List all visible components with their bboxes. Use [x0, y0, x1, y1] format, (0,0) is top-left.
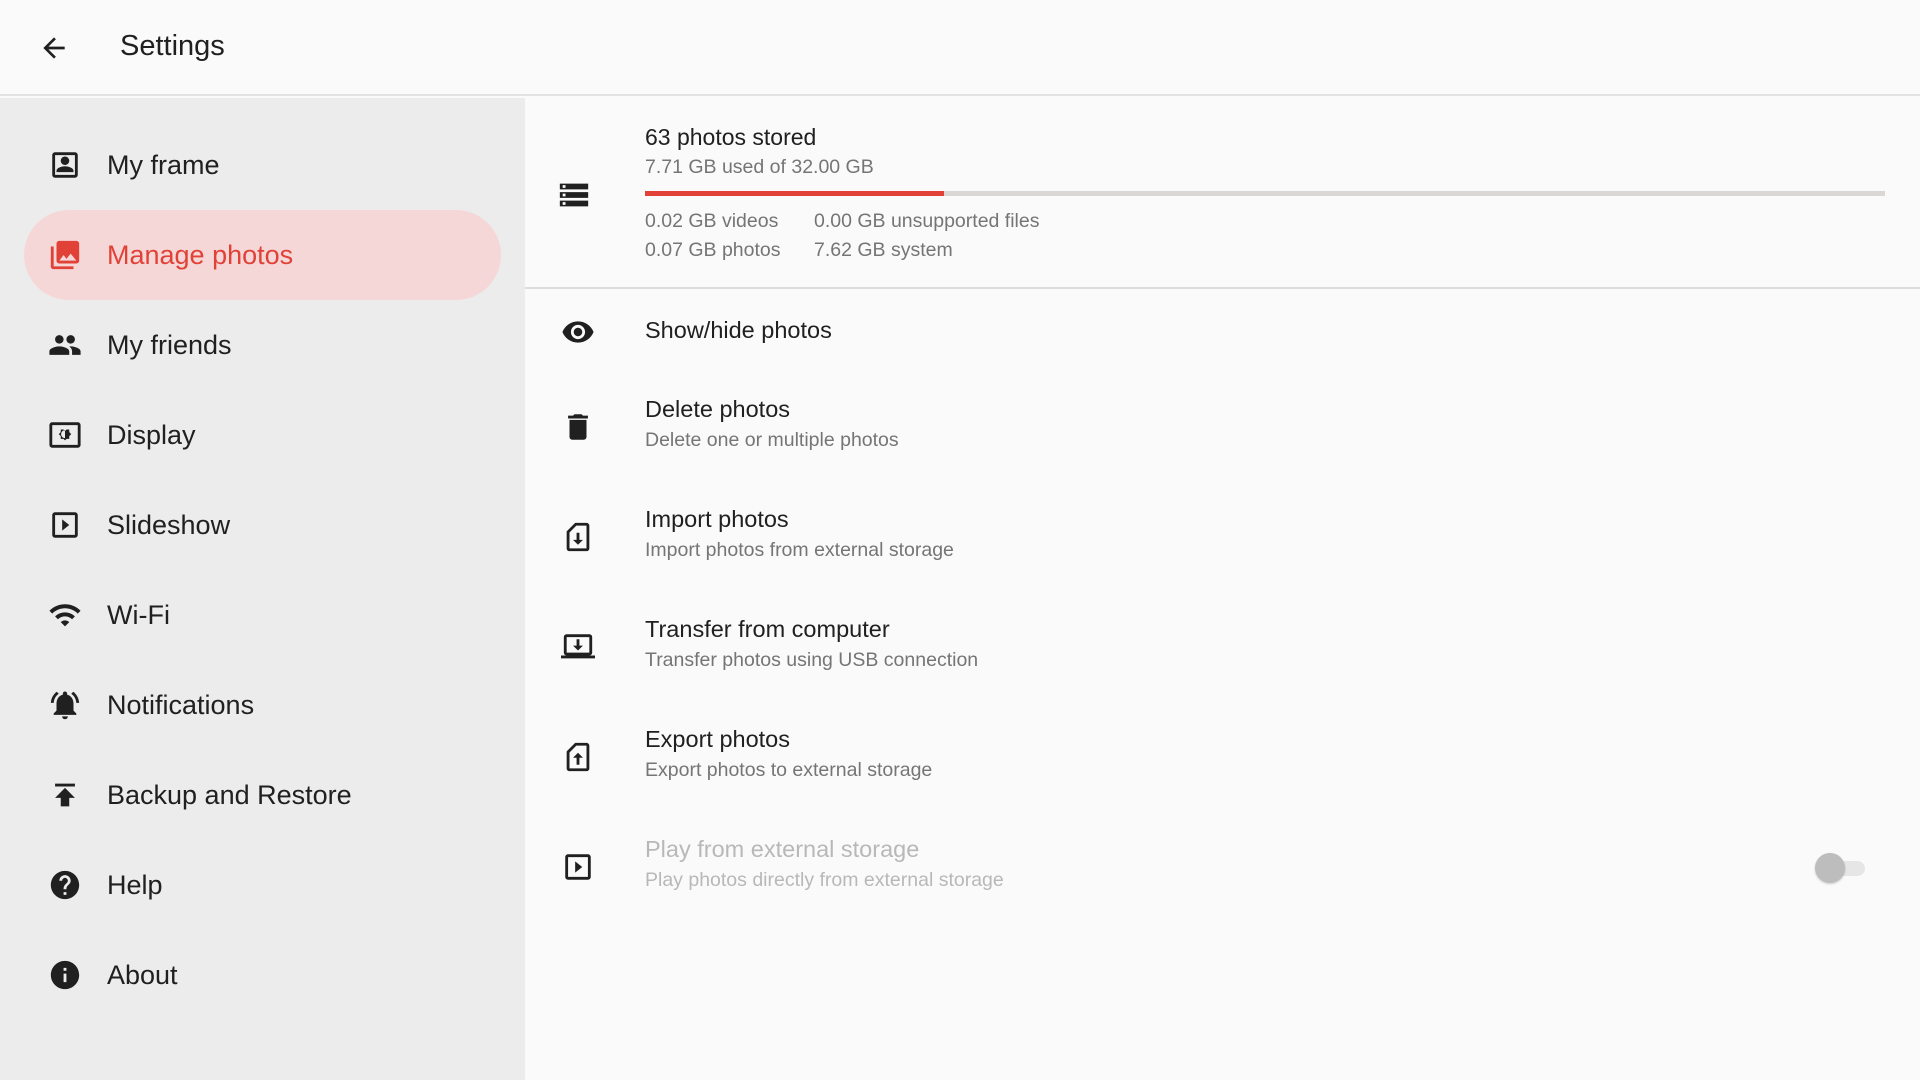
eye-icon [562, 321, 594, 343]
sidebar-item-my-frame[interactable]: My frame [24, 120, 501, 210]
storage-summary: 63 photos stored 7.71 GB used of 32.00 G… [525, 98, 1920, 289]
delete-photos-option[interactable]: Delete photos Delete one or multiple pho… [525, 375, 1920, 485]
toggle-thumb [1815, 853, 1845, 883]
sd-import-icon [566, 522, 590, 552]
sidebar-item-about[interactable]: About [24, 930, 501, 1020]
sidebar: My frame Manage photos My friends Displa… [0, 98, 525, 1080]
export-photos-option[interactable]: Export photos Export photos to external … [525, 705, 1920, 815]
sidebar-item-label: Backup and Restore [107, 779, 352, 810]
import-photos-option[interactable]: Import photos Import photos from externa… [525, 485, 1920, 595]
sidebar-item-label: Notifications [107, 689, 255, 720]
info-icon [50, 960, 80, 990]
photos-stored-count: 63 photos stored [645, 124, 817, 150]
option-subtitle: Import photos from external storage [645, 539, 954, 561]
option-title: Play from external storage [645, 836, 920, 862]
photos-size: 0.07 GB photos [645, 239, 781, 261]
option-title: Show/hide photos [645, 317, 832, 343]
sidebar-item-backup-restore[interactable]: Backup and Restore [24, 750, 501, 840]
manage-photos-panel: 63 photos stored 7.71 GB used of 32.00 G… [525, 98, 1920, 1080]
arrow-back-icon [43, 37, 65, 59]
people-icon [49, 335, 81, 355]
photo-library-icon [50, 240, 80, 270]
sidebar-item-label: My frame [107, 149, 220, 180]
play-from-external-storage-option[interactable]: Play from external storage Play photos d… [525, 815, 1920, 925]
sidebar-item-wifi[interactable]: Wi-Fi [24, 570, 501, 660]
storage-progress-bar [645, 191, 1885, 196]
bell-icon [50, 691, 80, 720]
sidebar-item-notifications[interactable]: Notifications [24, 660, 501, 750]
sidebar-item-label: Display [107, 419, 196, 450]
transfer-from-computer-option[interactable]: Transfer from computer Transfer photos u… [525, 595, 1920, 705]
option-subtitle: Delete one or multiple photos [645, 429, 899, 451]
help-icon [50, 870, 80, 900]
sidebar-item-slideshow[interactable]: Slideshow [24, 480, 501, 570]
upload-icon [55, 783, 75, 807]
slideshow-icon [52, 512, 78, 538]
storage-icon [559, 183, 589, 207]
frame-portrait-icon [52, 152, 78, 178]
storage-used: 7.71 GB used of 32.00 GB [645, 156, 874, 178]
play-external-toggle[interactable] [1815, 853, 1867, 883]
sidebar-item-my-friends[interactable]: My friends [24, 300, 501, 390]
sidebar-item-label: My friends [107, 329, 232, 360]
sidebar-item-label: Slideshow [107, 509, 231, 540]
trash-icon [568, 414, 588, 440]
sidebar-item-label: Manage photos [107, 239, 294, 270]
brightness-icon [49, 422, 81, 448]
page-title: Settings [120, 30, 225, 62]
sidebar-item-label: Help [107, 869, 163, 900]
sd-export-icon [566, 742, 590, 772]
sidebar-item-label: About [107, 959, 178, 990]
sidebar-item-display[interactable]: Display [24, 390, 501, 480]
unsupported-size: 0.00 GB unsupported files [814, 210, 1040, 232]
option-title: Export photos [645, 726, 791, 752]
play-box-icon [565, 854, 591, 880]
option-title: Import photos [645, 506, 789, 532]
option-subtitle: Transfer photos using USB connection [645, 649, 979, 671]
sidebar-item-help[interactable]: Help [24, 840, 501, 930]
laptop-download-icon [561, 634, 595, 659]
top-app-bar: Settings [0, 0, 1920, 96]
show-hide-photos-option[interactable]: Show/hide photos [525, 291, 1920, 375]
videos-size: 0.02 GB videos [645, 210, 779, 232]
option-subtitle: Export photos to external storage [645, 759, 933, 781]
option-subtitle: Play photos directly from external stora… [645, 869, 1004, 891]
option-title: Delete photos [645, 396, 791, 422]
system-size: 7.62 GB system [814, 239, 953, 261]
sidebar-item-label: Wi-Fi [107, 599, 170, 630]
sidebar-item-manage-photos[interactable]: Manage photos [24, 210, 501, 300]
back-button[interactable] [30, 24, 78, 72]
storage-progress-fill [645, 191, 944, 196]
wifi-icon [49, 604, 81, 627]
option-title: Transfer from computer [645, 616, 890, 642]
